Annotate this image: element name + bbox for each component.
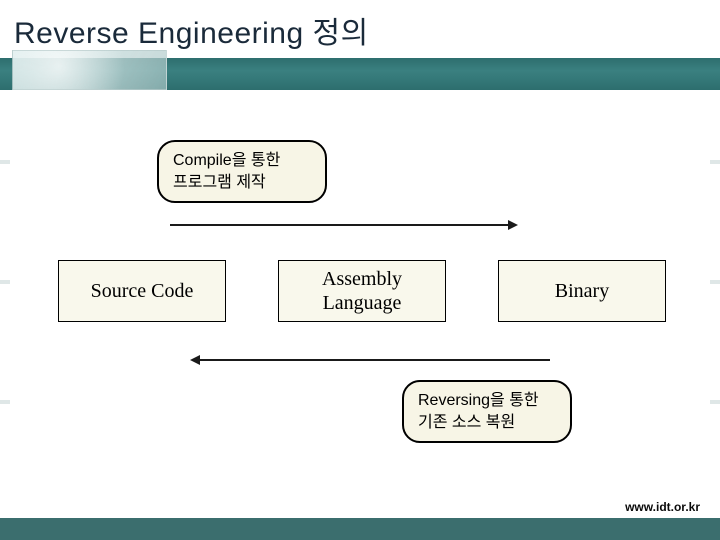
header-photo	[12, 50, 167, 90]
footer-bar	[0, 518, 720, 540]
slide-title: Reverse Engineering 정의	[14, 8, 369, 52]
node-assembly-language: AssemblyLanguage	[278, 260, 446, 322]
margin-tick	[0, 280, 10, 284]
header: Reverse Engineering 정의	[0, 0, 720, 90]
note-reverse: Reversing을 통한 기존 소스 복원	[402, 380, 572, 443]
note-compile: Compile을 통한프로그램 제작	[157, 140, 327, 203]
margin-tick	[0, 400, 10, 404]
node-source-code: Source Code	[58, 260, 226, 322]
margin-tick	[710, 160, 720, 164]
margin-tick	[710, 280, 720, 284]
margin-tick	[710, 400, 720, 404]
margin-tick	[0, 160, 10, 164]
slide: Reverse Engineering 정의 Compile을 통한프로그램 제…	[0, 0, 720, 540]
footer-url: www.idt.or.kr	[625, 500, 700, 514]
node-binary: Binary	[498, 260, 666, 322]
